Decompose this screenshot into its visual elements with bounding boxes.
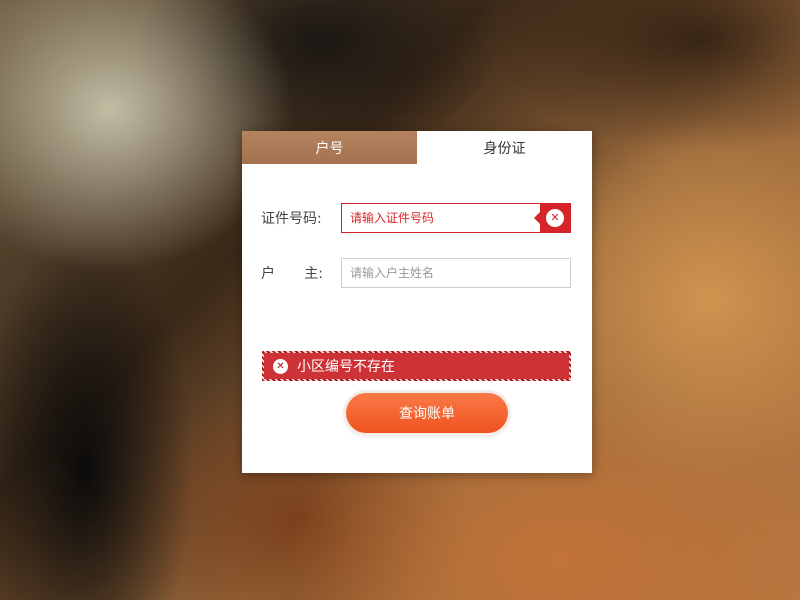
id-number-label: 证件号码: bbox=[261, 211, 322, 227]
owner-label-char1: 户 bbox=[261, 266, 275, 282]
tab-label: 身份证 bbox=[483, 140, 526, 157]
owner-field-wrapper bbox=[341, 258, 571, 288]
owner-label-char2: 主: bbox=[304, 266, 323, 282]
error-alert-message: 小区编号不存在 bbox=[297, 359, 395, 375]
tab-label: 户号 bbox=[315, 140, 344, 157]
close-circle-icon: ✕ bbox=[546, 209, 564, 227]
id-number-row: 证件号码: ✕ bbox=[261, 203, 571, 233]
id-number-field-wrapper: ✕ bbox=[341, 203, 571, 233]
owner-row: 户 主: bbox=[261, 258, 571, 288]
error-alert-body: ✕ 小区编号不存在 bbox=[264, 353, 569, 379]
tab-bar: 户号 身份证 bbox=[242, 131, 592, 164]
clear-input-button[interactable]: ✕ bbox=[534, 204, 570, 232]
close-circle-icon: ✕ bbox=[273, 358, 288, 374]
owner-label: 户 主: bbox=[261, 263, 323, 283]
login-panel: 户号 身份证 证件号码: ✕ 户 主: ✕ 小区编号不存在 查询账单 bbox=[242, 131, 592, 473]
tab-account-number[interactable]: 户号 bbox=[242, 131, 417, 164]
query-bill-button[interactable]: 查询账单 bbox=[346, 393, 508, 433]
tab-id-card[interactable]: 身份证 bbox=[417, 131, 592, 164]
error-alert: ✕ 小区编号不存在 bbox=[262, 351, 571, 381]
owner-name-input[interactable] bbox=[342, 259, 570, 287]
